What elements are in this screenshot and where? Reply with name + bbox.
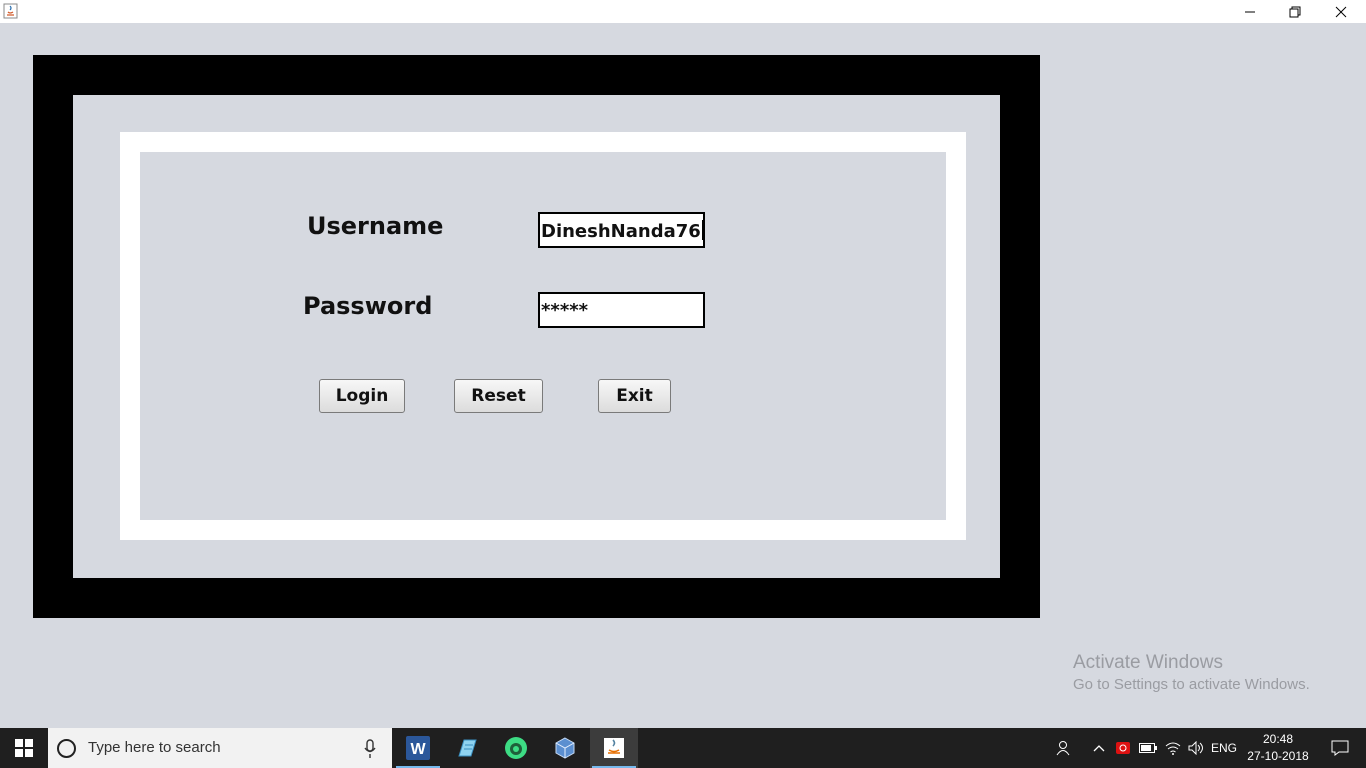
watermark-title: Activate Windows xyxy=(1073,652,1223,673)
people-icon[interactable] xyxy=(1052,728,1076,768)
search-placeholder: Type here to search xyxy=(88,739,221,756)
close-button[interactable] xyxy=(1318,0,1364,23)
clock-time: 20:48 xyxy=(1262,732,1294,746)
password-label: Password xyxy=(303,292,433,320)
virtualbox-icon xyxy=(555,737,575,759)
taskbar: Type here to search W ENG 20:48 27-10-20… xyxy=(0,728,1366,768)
text-caret xyxy=(701,220,703,240)
login-panel xyxy=(140,152,946,520)
minimize-icon xyxy=(1245,11,1255,12)
username-field[interactable]: DineshNanda76 xyxy=(538,212,705,248)
exit-button[interactable]: Exit xyxy=(598,379,671,413)
microphone-icon[interactable] xyxy=(364,739,376,759)
antivirus-icon[interactable] xyxy=(1112,728,1134,768)
taskbar-word[interactable]: W xyxy=(394,728,442,768)
taskbar-android-studio[interactable] xyxy=(492,728,540,768)
taskbar-notes[interactable] xyxy=(443,728,491,768)
reset-button[interactable]: Reset xyxy=(454,379,543,413)
restore-icon xyxy=(1289,6,1301,17)
title-bar xyxy=(0,0,1366,23)
password-field[interactable]: ***** xyxy=(538,292,705,328)
restore-button[interactable] xyxy=(1272,0,1318,23)
username-label: Username xyxy=(307,212,444,240)
android-studio-icon xyxy=(505,737,527,759)
java-icon xyxy=(604,738,624,758)
wifi-icon[interactable] xyxy=(1162,728,1184,768)
start-button[interactable] xyxy=(0,728,48,768)
taskbar-search[interactable]: Type here to search xyxy=(48,728,392,768)
close-icon xyxy=(1335,6,1347,17)
taskbar-virtualbox[interactable] xyxy=(541,728,589,768)
notification-center-button[interactable] xyxy=(1322,728,1358,768)
svg-text:W: W xyxy=(410,741,426,758)
taskbar-java[interactable] xyxy=(590,728,638,768)
minimize-button[interactable] xyxy=(1227,0,1273,23)
windows-logo-icon xyxy=(15,739,33,757)
clock-date: 27-10-2018 xyxy=(1247,749,1309,763)
chevron-up-icon[interactable] xyxy=(1090,728,1108,768)
activation-watermark: Activate Windows Go to Settings to activ… xyxy=(1073,651,1310,695)
watermark-subtitle: Go to Settings to activate Windows. xyxy=(1073,676,1310,693)
cortana-icon xyxy=(57,739,76,758)
password-value: ***** xyxy=(541,300,589,321)
notes-icon xyxy=(458,739,477,757)
java-app-icon xyxy=(3,3,18,19)
battery-icon[interactable] xyxy=(1137,728,1159,768)
notification-icon xyxy=(1331,740,1349,756)
input-language[interactable]: ENG xyxy=(1208,728,1240,768)
volume-icon[interactable] xyxy=(1185,728,1207,768)
word-icon: W xyxy=(406,736,430,760)
username-value: DineshNanda76 xyxy=(541,221,701,242)
login-button[interactable]: Login xyxy=(319,379,405,413)
clock[interactable]: 20:48 27-10-2018 xyxy=(1244,731,1312,765)
